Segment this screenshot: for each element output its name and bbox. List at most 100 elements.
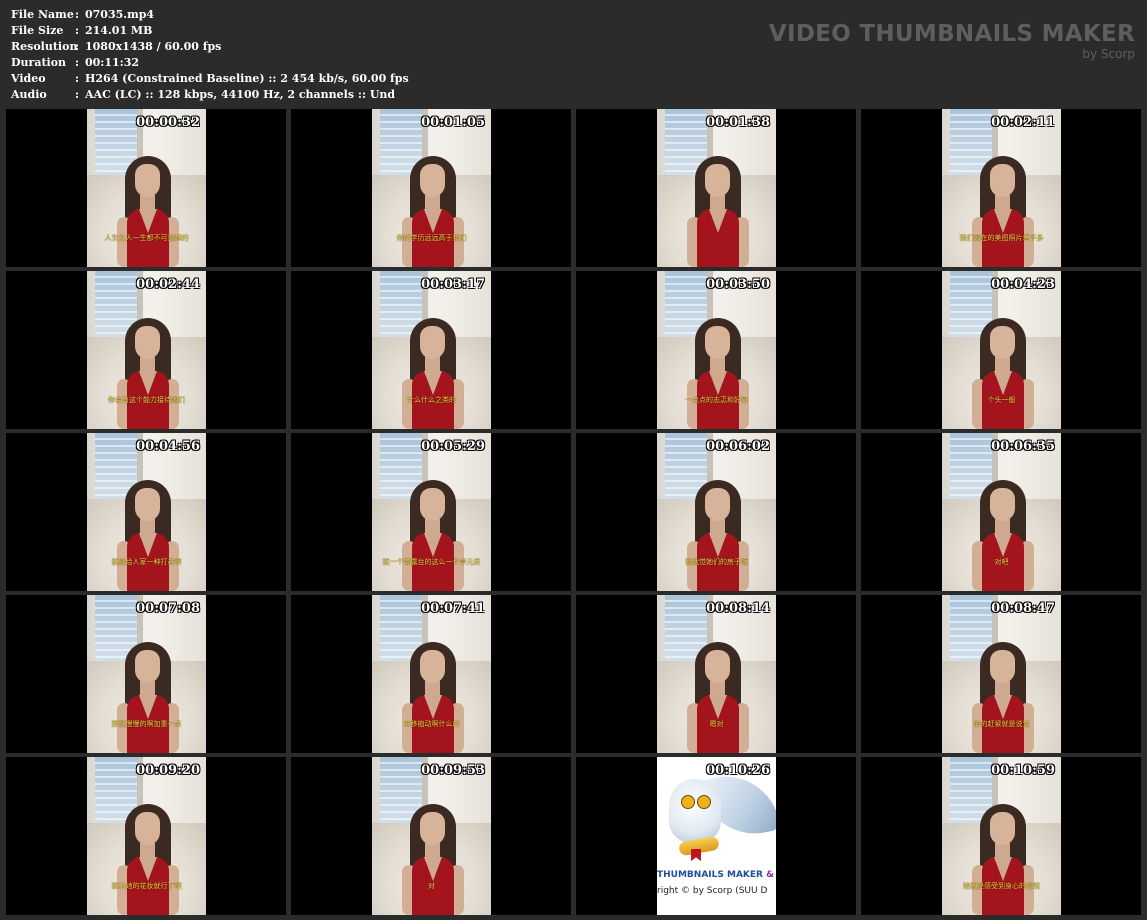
thumbnail-cell[interactable]: 对吧 00:06:35 bbox=[861, 433, 1141, 591]
info-value: H264 (Constrained Baseline) :: 2 454 kb/… bbox=[85, 72, 409, 85]
header: File Name: 07035.mp4 File Size:214.01 MB … bbox=[0, 0, 1147, 106]
video-frame: 就是给人家一种打击啊 00:04:56 bbox=[87, 433, 206, 591]
video-frame: 去移植动啊什么的 00:07:41 bbox=[372, 595, 491, 753]
frame-subtitle: 就让她的花妆就行了啊 bbox=[111, 882, 182, 890]
timestamp: 00:05:29 bbox=[421, 439, 485, 454]
owl-eye-icon bbox=[697, 795, 711, 809]
person-face bbox=[135, 326, 160, 359]
info-row-file-name: File Name: 07035.mp4 bbox=[11, 7, 409, 23]
timestamp: 00:03:17 bbox=[421, 277, 485, 292]
frame-subtitle: 去移植动啊什么的 bbox=[403, 720, 460, 728]
frame-subtitle: 我们现在的美图照片差不多 bbox=[959, 234, 1044, 242]
person-face bbox=[705, 650, 730, 683]
thumbnail-cell[interactable]: 她就是感受到身心的愉悦 00:10:59 bbox=[861, 757, 1141, 915]
timestamp: 00:02:11 bbox=[991, 115, 1055, 130]
thumbnail-cell[interactable]: 我就觉她们的房子呢 00:06:02 bbox=[576, 433, 856, 591]
info-row-video: Video: H264 (Constrained Baseline) :: 2 4… bbox=[11, 71, 409, 87]
video-frame: 一点点的志忑和好奇 00:03:50 bbox=[657, 271, 776, 429]
frame-subtitle: 就是给人家一种打击啊 bbox=[111, 558, 182, 566]
info-label: File Size bbox=[11, 24, 64, 37]
person-face bbox=[135, 650, 160, 683]
thumbnail-cell[interactable]: 就是给人家一种打击啊 00:04:56 bbox=[6, 433, 286, 591]
person-neck bbox=[425, 681, 440, 699]
frame-subtitle: 人生女人一生都不可逾越的 bbox=[104, 234, 189, 242]
person-neck bbox=[140, 519, 155, 537]
thumbnail-cell[interactable]: 人生女人一生都不可逾越的 00:00:32 bbox=[6, 109, 286, 267]
thumbnail-cell[interactable]: 就让她的花妆就行了啊 00:09:20 bbox=[6, 757, 286, 915]
thumbnail-cell[interactable]: 那就慢慢的啊加重一点 00:07:08 bbox=[6, 595, 286, 753]
thumbnail-cell[interactable]: 嗯对 00:08:14 bbox=[576, 595, 856, 753]
person-neck bbox=[710, 195, 725, 213]
video-frame: 人生女人一生都不可逾越的 00:00:32 bbox=[87, 109, 206, 267]
thumbnail-cell[interactable]: 一点点的志忑和好奇 00:03:50 bbox=[576, 271, 856, 429]
frame-subtitle: 她就是感受到身心的愉悦 bbox=[963, 882, 1040, 890]
video-frame: 我就觉她们的房子呢 00:06:02 bbox=[657, 433, 776, 591]
video-frame: 她就是感受到身心的愉悦 00:10:59 bbox=[942, 757, 1061, 915]
info-separator: : bbox=[75, 40, 80, 53]
timestamp: 00:09:20 bbox=[136, 763, 200, 778]
info-separator: : bbox=[75, 88, 80, 101]
frame-subtitle: 嗯对 bbox=[709, 720, 724, 728]
thumbnail-cell[interactable]: 00:01:38 bbox=[576, 109, 856, 267]
info-label: Duration bbox=[11, 56, 67, 69]
seal-icon bbox=[691, 849, 701, 861]
timestamp: 00:10:26 bbox=[706, 763, 770, 778]
person-neck bbox=[995, 519, 1010, 537]
info-label: Audio bbox=[11, 88, 47, 101]
owl-logo-icon bbox=[669, 779, 721, 843]
person-neck bbox=[995, 843, 1010, 861]
thumbnail-cell[interactable]: 我们现在的美图照片差不多 00:02:11 bbox=[861, 109, 1141, 267]
person-neck bbox=[140, 843, 155, 861]
thumbnail-cell[interactable]: 你会有这个能力接待她们 00:02:44 bbox=[6, 271, 286, 429]
person-neck bbox=[425, 843, 440, 861]
video-frame: 我们现在的美图照片差不多 00:02:11 bbox=[942, 109, 1061, 267]
promo-frame: THUMBNAILS MAKER & A right © by Scorp (SU… bbox=[657, 757, 776, 915]
timestamp: 00:04:56 bbox=[136, 439, 200, 454]
file-info: File Name: 07035.mp4 File Size:214.01 MB … bbox=[11, 7, 409, 103]
frame-subtitle: 你的赶紧就是说觉 bbox=[973, 720, 1030, 728]
timestamp: 00:04:23 bbox=[991, 277, 1055, 292]
person-neck bbox=[425, 195, 440, 213]
video-frame: THUMBNAILS MAKER & A right © by Scorp (SU… bbox=[657, 757, 776, 915]
person-neck bbox=[425, 357, 440, 375]
thumbnail-cell[interactable]: THUMBNAILS MAKER & A right © by Scorp (SU… bbox=[576, 757, 856, 915]
thumbnail-cell[interactable]: 什么什么之类的 00:03:17 bbox=[291, 271, 571, 429]
info-separator: : bbox=[75, 56, 80, 69]
timestamp: 00:06:02 bbox=[706, 439, 770, 454]
person-face bbox=[990, 812, 1015, 845]
thumbnail-cell[interactable]: 你的学历远远高于我们 00:01:05 bbox=[291, 109, 571, 267]
person-face bbox=[705, 164, 730, 197]
thumbnail-cell[interactable]: 去移植动啊什么的 00:07:41 bbox=[291, 595, 571, 753]
thumbnail-grid: 人生女人一生都不可逾越的 00:00:32 你的学历远远高于我们 00:01:05 00… bbox=[6, 109, 1141, 916]
person-face bbox=[420, 650, 445, 683]
person-neck bbox=[140, 681, 155, 699]
video-frame: 对吧 00:06:35 bbox=[942, 433, 1061, 591]
person-neck bbox=[425, 519, 440, 537]
brand-subtitle: by Scorp bbox=[1082, 47, 1135, 61]
info-value: 214.01 MB bbox=[85, 24, 153, 37]
info-row-resolution: Resolution: 1080x1438 / 60.00 fps bbox=[11, 39, 409, 55]
video-frame: 对 00:09:53 bbox=[372, 757, 491, 915]
info-label: File Name bbox=[11, 8, 74, 21]
thumbnail-cell[interactable]: 对 00:09:53 bbox=[291, 757, 571, 915]
person-face bbox=[990, 326, 1015, 359]
brand-watermark: VIDEO THUMBNAILS MAKER by Scorp bbox=[769, 20, 1135, 60]
thumbnail-cell[interactable]: 个头一般 00:04:23 bbox=[861, 271, 1141, 429]
person-face bbox=[420, 488, 445, 521]
promo-title-text: THUMBNAILS MAKER bbox=[657, 870, 763, 880]
thumbnail-cell[interactable]: 你的赶紧就是说觉 00:08:47 bbox=[861, 595, 1141, 753]
info-label: Video bbox=[11, 72, 46, 85]
video-frame: 你会有这个能力接待她们 00:02:44 bbox=[87, 271, 206, 429]
person-face bbox=[420, 164, 445, 197]
promo-copyright: right © by Scorp (SUU D bbox=[657, 886, 768, 896]
promo-title-amp: & A bbox=[766, 870, 776, 880]
frame-subtitle: 什么什么之类的 bbox=[407, 396, 456, 404]
person-neck bbox=[710, 681, 725, 699]
timestamp: 00:07:41 bbox=[421, 601, 485, 616]
frame-subtitle: 我就觉她们的房子呢 bbox=[685, 558, 748, 566]
video-frame: 就一个带露台的这么一个单元房 00:05:29 bbox=[372, 433, 491, 591]
thumbnail-cell[interactable]: 就一个带露台的这么一个单元房 00:05:29 bbox=[291, 433, 571, 591]
person-face bbox=[420, 326, 445, 359]
timestamp: 00:00:32 bbox=[136, 115, 200, 130]
frame-subtitle: 一点点的志忑和好奇 bbox=[685, 396, 748, 404]
